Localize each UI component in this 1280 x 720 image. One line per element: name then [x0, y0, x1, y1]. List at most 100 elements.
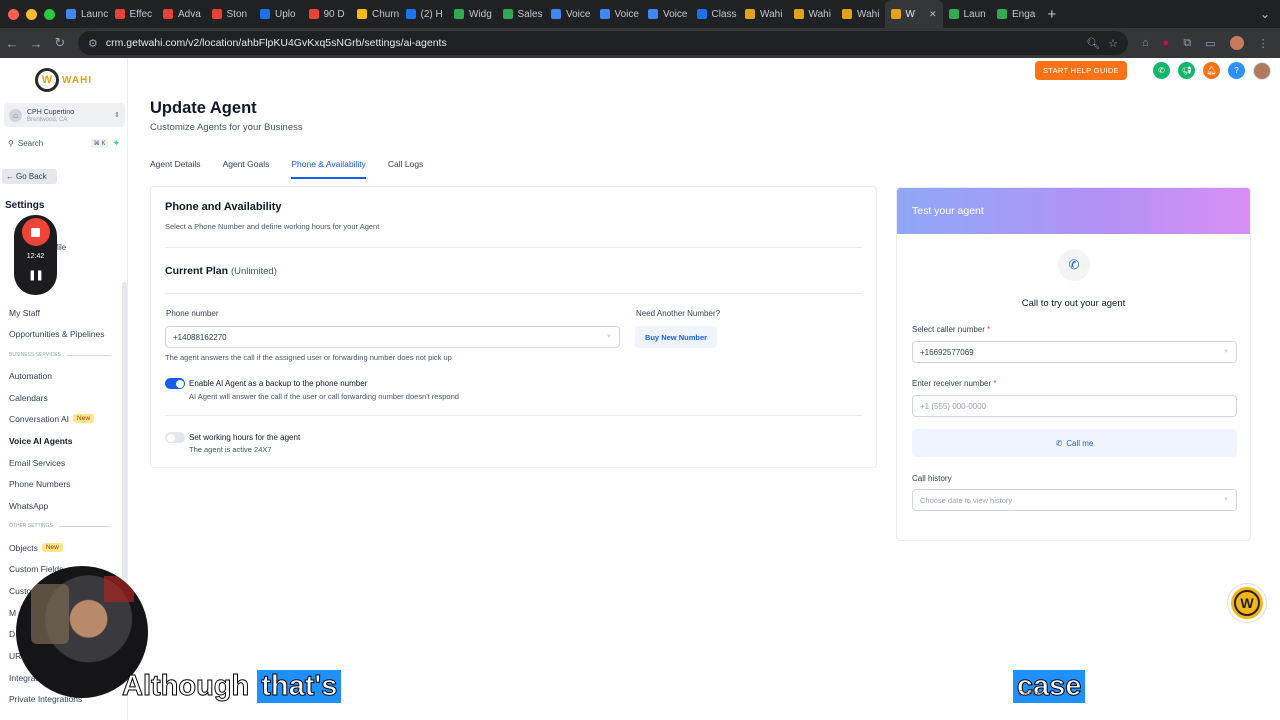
favicon-icon	[745, 9, 755, 19]
receiver-number-input[interactable]: +1 (555) 000-0000	[912, 395, 1237, 417]
wahi-logo-icon: W	[35, 68, 59, 92]
call-history-date-select[interactable]: Choose date to view history ▼	[912, 489, 1237, 511]
megaphone-icon[interactable]: 📢︎	[1177, 62, 1195, 79]
browser-tab[interactable]: Adva	[157, 0, 206, 28]
reload-icon[interactable]: ↻	[48, 35, 72, 51]
sidebar-item-my-staff[interactable]: My Staff	[9, 308, 40, 318]
browser-tab[interactable]: Churn	[351, 0, 400, 28]
extension-record-icon[interactable]: ●	[1163, 37, 1170, 49]
sidebar-item-profile[interactable]: file	[56, 243, 66, 252]
call-prompt: Call to try out your agent	[1021, 298, 1126, 309]
browser-tab[interactable]: Laun	[943, 0, 992, 28]
browser-tab[interactable]: (2) H	[400, 0, 449, 28]
sidebar-item-whatsapp[interactable]: WhatsApp	[9, 501, 48, 511]
user-avatar[interactable]	[1252, 61, 1271, 80]
section-other-settings: OTHER SETTINGS	[9, 523, 111, 529]
favicon-icon	[260, 9, 270, 19]
browser-tab[interactable]: Widg	[448, 0, 497, 28]
browser-tab[interactable]: Ston	[206, 0, 255, 28]
browser-tab[interactable]: Voice	[642, 0, 691, 28]
ai-sparkle-icon[interactable]: ✦	[112, 138, 120, 149]
sidebar-item-objects[interactable]: Objects New	[9, 543, 63, 553]
sidebar-item-voice-ai-agents[interactable]: Voice AI Agents	[9, 436, 72, 446]
browser-tab[interactable]: Sales	[497, 0, 546, 28]
zoom-icon[interactable]: 🔍︎	[1086, 37, 1100, 50]
browser-profile-avatar[interactable]	[1229, 36, 1244, 50]
go-back-button[interactable]: ← Go Back	[2, 169, 57, 184]
new-tab-button[interactable]: +	[1040, 6, 1057, 23]
bookmark-star-icon[interactable]: ☆	[1108, 37, 1118, 50]
bell-icon[interactable]: 🔔︎	[1202, 62, 1220, 79]
browser-tab[interactable]: Voice	[594, 0, 643, 28]
wahi-chat-widget-button[interactable]: W	[1228, 584, 1266, 622]
caller-number-select[interactable]: +16692577069 ▼	[912, 341, 1237, 363]
new-badge: New	[41, 543, 63, 552]
browser-tab[interactable]: Wahi	[836, 0, 885, 28]
back-arrow-icon[interactable]: ←	[0, 36, 24, 51]
working-hours-toggle[interactable]	[165, 432, 185, 443]
browser-tab[interactable]: Uplo	[254, 0, 303, 28]
sidebar-item-automation[interactable]: Automation	[9, 371, 52, 381]
buy-new-number-button[interactable]: Buy New Number	[635, 326, 717, 348]
call-me-button[interactable]: ✆ Call me	[912, 429, 1237, 457]
close-window-button[interactable]	[8, 8, 19, 20]
sidebar-item-label: Calendars	[9, 393, 48, 403]
backup-toggle[interactable]	[165, 378, 185, 389]
caption-word-highlighted: that's	[257, 670, 342, 703]
minimize-window-button[interactable]	[26, 8, 37, 20]
caption-word-highlighted: case	[1012, 670, 1086, 703]
sidebar-search[interactable]: ⚲ Search ⌘ K ✦	[8, 138, 120, 149]
sidepanel-icon[interactable]: ▭	[1205, 37, 1215, 50]
tab-agent-details[interactable]: Agent Details	[150, 159, 201, 179]
sidebar-item-m[interactable]: M	[9, 608, 16, 618]
browser-tab-label: Class	[711, 8, 737, 20]
browser-tab-active[interactable]: W ✕	[884, 0, 943, 28]
new-badge: New	[73, 414, 95, 423]
start-help-guide-button[interactable]: START HELP GUIDE	[1035, 61, 1127, 80]
browser-tab-label: Wahi	[857, 8, 880, 20]
cancel-link[interactable]: Cancel	[1018, 689, 1043, 698]
location-switcher[interactable]: ⌂ CPH Cupertino Brentwood, CA ⇕	[4, 103, 125, 127]
browser-tab[interactable]: Class	[691, 0, 740, 28]
address-bar[interactable]: ⚙ crm.getwahi.com/v2/location/ahbFlpKU4G…	[78, 31, 1128, 55]
tab-agent-goals[interactable]: Agent Goals	[223, 159, 270, 179]
help-question-icon[interactable]: ?	[1227, 62, 1245, 79]
forward-arrow-icon[interactable]: →	[24, 36, 48, 51]
maximize-window-button[interactable]	[44, 8, 55, 20]
pause-recording-button[interactable]: ❚❚	[28, 270, 44, 281]
browser-tab[interactable]: 90 D	[303, 0, 352, 28]
sidebar-item-phone-numbers[interactable]: Phone Numbers	[9, 479, 70, 489]
chevron-updown-icon: ⇕	[114, 112, 120, 119]
browser-tab[interactable]: Wahi	[739, 0, 788, 28]
browser-tab[interactable]: Effec	[109, 0, 158, 28]
working-hours-label: Set working hours for the agent	[189, 433, 301, 442]
sidebar-item-email-services[interactable]: Email Services	[9, 458, 65, 468]
go-back-label: Go Back	[16, 172, 47, 181]
stop-recording-button[interactable]	[21, 218, 50, 246]
home-icon[interactable]: ⌂	[1142, 37, 1149, 49]
receiver-number-label: Enter receiver number *	[912, 379, 997, 388]
tab-phone-availability[interactable]: Phone & Availability	[291, 159, 366, 179]
browser-tab-label: W	[905, 8, 915, 20]
sidebar-item-opportunities-pipelines[interactable]: Opportunities & Pipelines	[9, 329, 104, 339]
phone-number-label: Phone number	[166, 309, 219, 318]
browser-menu-icon[interactable]: ⋮	[1258, 37, 1269, 50]
sidebar-item-calendars[interactable]: Calendars	[9, 393, 48, 403]
browser-tab-bar: Launc Effec Adva Ston Uplo 90 D Churn (2) H Widg…	[0, 0, 1280, 28]
phone-icon[interactable]: ✆	[1152, 62, 1170, 79]
sidebar-item-conversation-ai[interactable]: Conversation AI New	[9, 414, 95, 424]
tab-call-logs[interactable]: Call Logs	[388, 159, 423, 179]
favicon-icon	[66, 9, 76, 19]
close-tab-icon[interactable]: ✕	[929, 9, 937, 20]
section-business-services: BUSINESS SERVICES	[9, 352, 111, 358]
extensions-puzzle-icon[interactable]: ⧉	[1183, 37, 1191, 50]
tab-search-chevron-icon[interactable]: ⌄	[1260, 7, 1280, 21]
browser-tab[interactable]: Enga	[991, 0, 1040, 28]
browser-tab[interactable]: Launc	[60, 0, 109, 28]
phone-number-select[interactable]: +14088162270 ▼	[165, 326, 620, 348]
site-info-icon[interactable]: ⚙	[88, 37, 98, 50]
browser-tab[interactable]: Wahi	[788, 0, 837, 28]
favicon-icon	[696, 9, 707, 19]
sidebar-item-d[interactable]: D	[9, 629, 15, 639]
browser-tab[interactable]: Voice	[545, 0, 594, 28]
